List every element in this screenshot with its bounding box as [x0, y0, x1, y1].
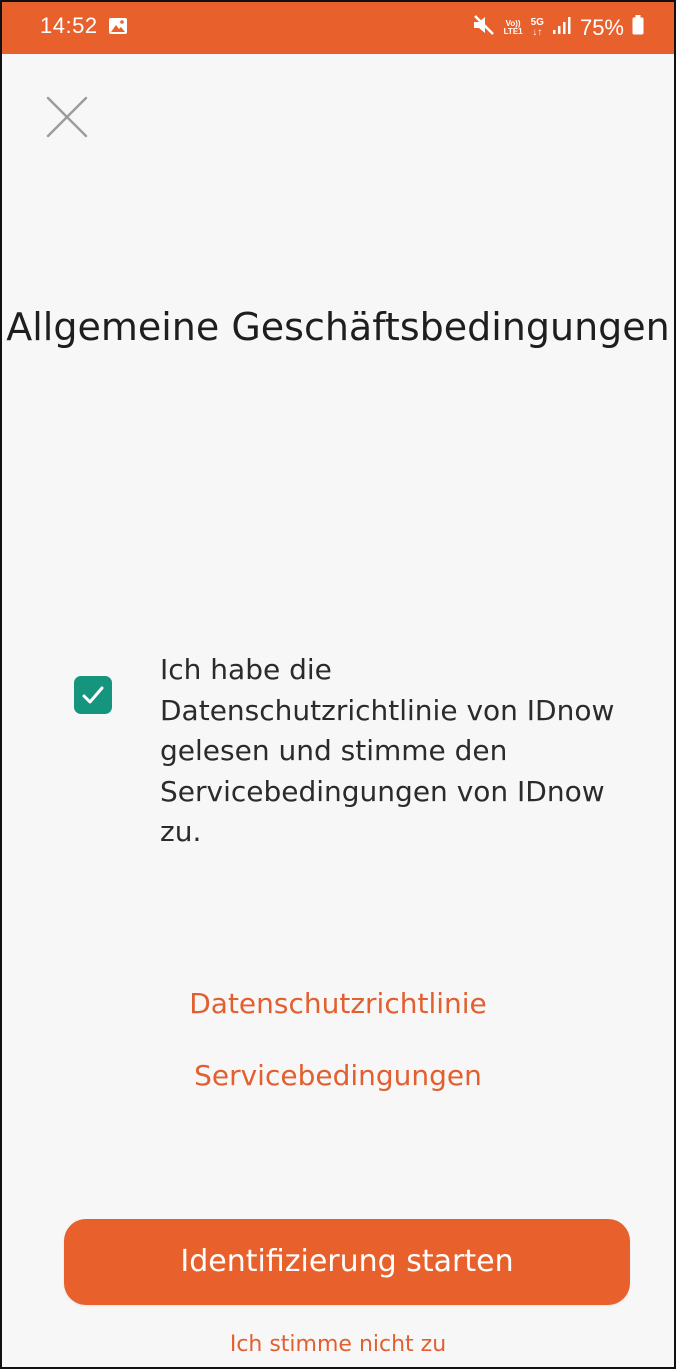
start-identification-button[interactable]: Identifizierung starten	[64, 1219, 630, 1305]
volte-label-bottom: LTE1	[503, 26, 523, 36]
status-left: 14:52	[40, 13, 128, 39]
status-bar: 14:52 Vo)) LTE1 5G ↓↑ 75%	[2, 2, 674, 54]
privacy-policy-link[interactable]: Datenschutzrichtlinie	[2, 987, 674, 1020]
close-button[interactable]	[40, 90, 94, 144]
gallery-icon	[108, 17, 128, 35]
battery-icon	[632, 15, 644, 40]
mute-icon	[472, 14, 496, 41]
signal-icon	[552, 15, 572, 40]
consent-checkbox[interactable]	[74, 676, 112, 714]
5g-icon: 5G ↓↑	[531, 17, 544, 38]
status-time: 14:52	[40, 13, 98, 38]
status-right: Vo)) LTE1 5G ↓↑ 75%	[472, 14, 644, 41]
volte-icon: Vo)) LTE1	[503, 19, 523, 36]
page-title: Allgemeine Geschäftsbedingungen	[6, 305, 670, 350]
battery-percentage: 75%	[579, 14, 624, 40]
close-icon	[46, 96, 88, 138]
app-screen: 14:52 Vo)) LTE1 5G ↓↑ 75% Allgemeine Ges…	[0, 0, 676, 1369]
consent-text: Ich habe die Datenschutzrichtlinie von I…	[160, 653, 615, 848]
terms-of-service-link[interactable]: Servicebedingungen	[2, 1059, 674, 1092]
network-label-bottom: ↓↑	[532, 26, 543, 38]
checkmark-icon	[82, 686, 104, 704]
decline-link[interactable]: Ich stimme nicht zu	[2, 1332, 674, 1357]
